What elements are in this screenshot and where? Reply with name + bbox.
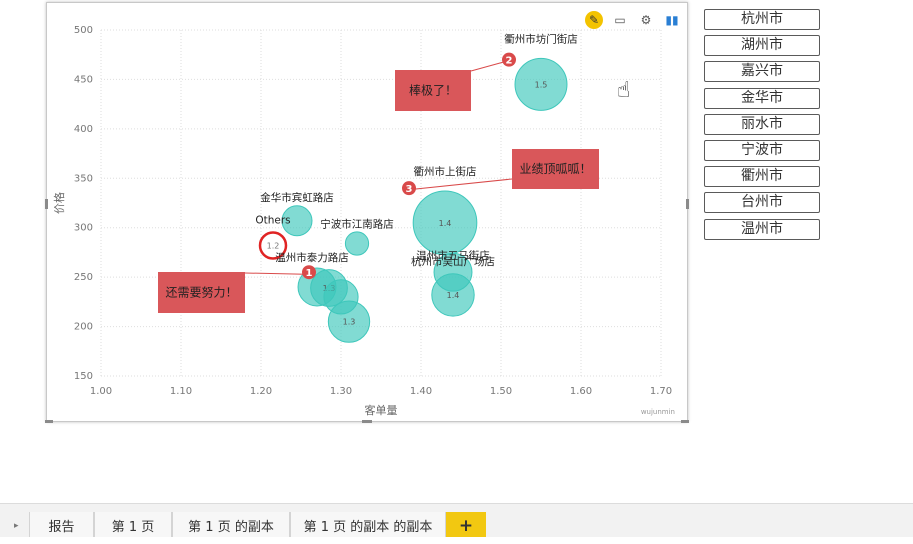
resize-handle-left[interactable]	[45, 199, 48, 209]
marker-number: 1	[306, 268, 313, 279]
bubble-value-label: 1.4	[439, 219, 452, 228]
y-tick-label: 350	[74, 173, 93, 184]
scatter-chart: 1.00 1.10 1.20 1.30 1.40 1.50 1.60 1.7015020025…	[52, 25, 675, 417]
point-name-label: 温州市泰力路店	[275, 251, 349, 264]
callout-text: 棒极了！	[409, 84, 457, 98]
x-tick-label: 1.30	[330, 386, 352, 397]
tab-page-1[interactable]: 第 1 页	[94, 512, 172, 537]
y-tick-label: 200	[74, 322, 93, 333]
x-tick-label: 1.00	[90, 386, 112, 397]
bubble	[323, 279, 359, 315]
callout-arrow	[470, 61, 506, 72]
slicer-item[interactable]: 嘉兴市	[704, 61, 820, 83]
bubble-value-label: 1.4	[447, 291, 460, 300]
hand-cursor-icon: ☝	[617, 78, 631, 103]
point-name-label: 金华市宾虹路店	[260, 191, 334, 204]
x-axis-label: 客单量	[365, 403, 398, 417]
point-name-label: 衢州市坊门街店	[504, 32, 578, 45]
bubble-value-label: 1.5	[535, 80, 548, 89]
bubble-value-label: 1.3	[343, 318, 356, 327]
y-tick-label: 150	[74, 371, 93, 382]
tab-page-1-copy[interactable]: 第 1 页 的副本	[172, 512, 290, 537]
tab-page-1-copy-copy[interactable]: 第 1 页 的副本 的副本	[290, 512, 446, 537]
y-axis-label: 价格	[52, 192, 66, 214]
marker-number: 3	[406, 184, 413, 195]
y-tick-label: 400	[74, 124, 93, 135]
slicer-item[interactable]: 衢州市	[704, 166, 820, 188]
resize-handle-corner-br[interactable]	[681, 420, 689, 423]
x-tick-label: 1.50	[490, 386, 512, 397]
callout-text: 业绩顶呱呱！	[519, 161, 591, 176]
slicer-item[interactable]: 温州市	[704, 218, 820, 240]
point-name-label: 杭州市吴山广场店	[411, 255, 495, 268]
x-tick-label: 1.20	[250, 386, 272, 397]
point-name-label: 宁波市江南路店	[320, 218, 394, 231]
callout-text: 还需要努力！	[165, 285, 237, 300]
point-name-label: 衢州市上街店	[414, 165, 477, 178]
slicer-item[interactable]: 湖州市	[704, 35, 820, 57]
add-page-button[interactable]: +	[446, 512, 486, 537]
x-tick-label: 1.10	[170, 386, 192, 397]
highlight-value-label: 1.2	[267, 242, 280, 251]
callout-arrow	[244, 272, 306, 275]
y-tick-label: 450	[74, 74, 93, 85]
slicer-item[interactable]: 杭州市	[704, 9, 820, 30]
slicer-item[interactable]: 台州市	[704, 192, 820, 214]
bubble-chart-visual[interactable]: ✎ ▭ ⚙ ▮▮ 1.00 1.10 1.20 1.30 1.40 1.50 1.60 1.7…	[45, 2, 689, 423]
page-tab-bar: ▸ 报告 第 1 页 第 1 页 的副本 第 1 页 的副本 的副本 +	[0, 503, 913, 537]
slicer-item[interactable]: 宁波市	[704, 139, 820, 161]
slicer-item[interactable]: 金华市	[704, 87, 820, 109]
resize-handle-bottom[interactable]	[362, 420, 372, 423]
y-tick-label: 300	[74, 223, 93, 234]
city-slicer: 杭州市 湖州市 嘉兴市 金华市 丽水市 宁波市 衢州市 台州市 温州市	[704, 9, 820, 245]
x-tick-label: 1.70	[650, 386, 672, 397]
y-tick-label: 250	[74, 272, 93, 283]
y-tick-label: 500	[74, 25, 93, 36]
point-name-label: Others	[255, 215, 290, 227]
slicer-item[interactable]: 丽水市	[704, 113, 820, 135]
tab-report[interactable]: 报告	[29, 512, 94, 537]
resize-handle-corner-bl[interactable]	[45, 420, 53, 423]
tab-scroll-icon[interactable]: ▸	[14, 521, 19, 531]
watermark-text: wujunmin	[641, 408, 675, 416]
x-tick-label: 1.40	[410, 386, 432, 397]
bubble	[344, 231, 370, 256]
marker-number: 2	[506, 56, 513, 67]
resize-handle-right[interactable]	[686, 199, 689, 209]
x-tick-label: 1.60	[570, 386, 592, 397]
